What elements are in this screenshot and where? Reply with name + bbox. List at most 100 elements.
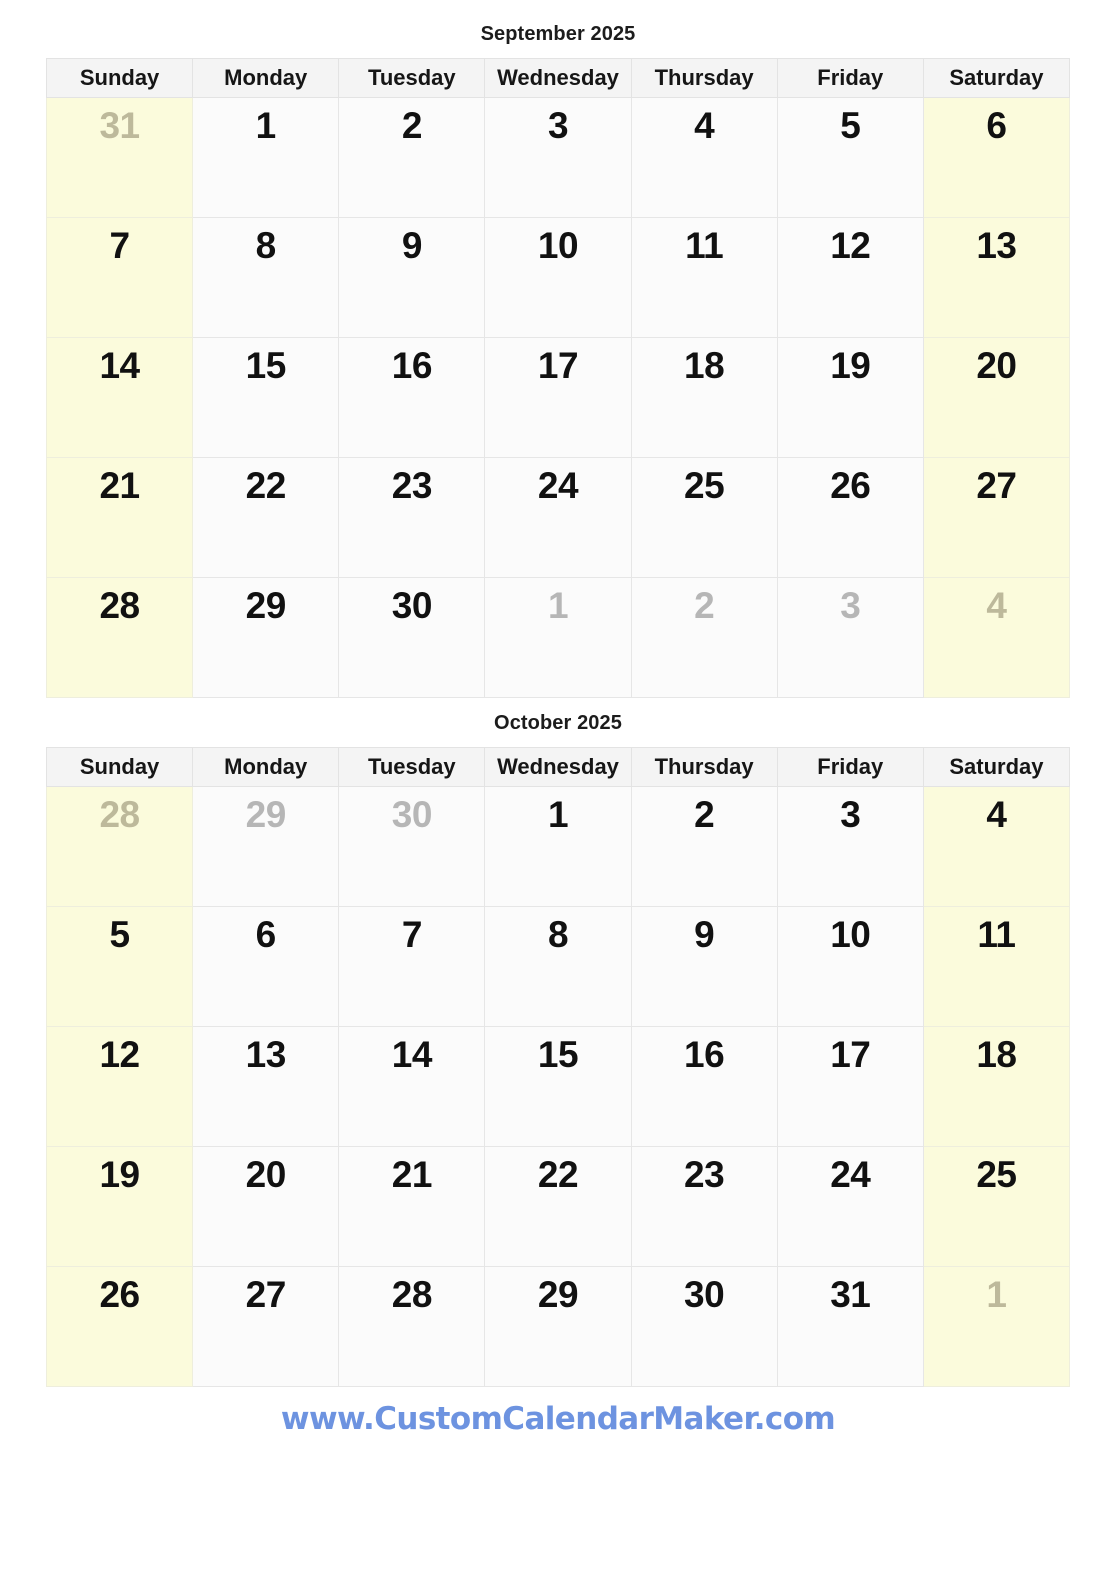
day-cell[interactable]: 30: [338, 786, 486, 907]
day-cell[interactable]: 8: [484, 906, 632, 1027]
day-cell[interactable]: 12: [776, 217, 924, 338]
day-cell[interactable]: 4: [630, 97, 778, 218]
day-cell[interactable]: 6: [192, 906, 340, 1027]
day-cell[interactable]: 19: [45, 1146, 194, 1267]
day-cell[interactable]: 18: [922, 1026, 1071, 1147]
day-cell[interactable]: 24: [776, 1146, 924, 1267]
day-cell[interactable]: 2: [630, 577, 778, 698]
day-cell[interactable]: 4: [922, 577, 1071, 698]
day-cell[interactable]: 15: [484, 1026, 632, 1147]
weekday-header-wednesday: Wednesday: [484, 747, 632, 787]
weekday-header-monday: Monday: [192, 58, 340, 98]
calendar-grid-october: Sunday Monday Tuesday Wednesday Thursday Frid…: [45, 747, 1071, 1387]
day-number: 14: [99, 345, 140, 386]
day-cell[interactable]: 5: [776, 97, 924, 218]
day-number: 10: [537, 225, 579, 266]
day-cell[interactable]: 19: [776, 337, 924, 458]
day-cell[interactable]: 1: [922, 1266, 1071, 1387]
day-cell[interactable]: 9: [338, 217, 486, 338]
day-cell[interactable]: 16: [630, 1026, 778, 1147]
day-cell[interactable]: 30: [630, 1266, 778, 1387]
day-cell[interactable]: 17: [484, 337, 632, 458]
custom-calendar-maker-link[interactable]: www.CustomCalendarMaker.com: [281, 1401, 836, 1437]
day-cell[interactable]: 3: [776, 786, 924, 907]
day-cell[interactable]: 29: [192, 786, 340, 907]
day-cell[interactable]: 25: [922, 1146, 1071, 1267]
day-cell[interactable]: 5: [45, 906, 194, 1027]
day-cell[interactable]: 9: [630, 906, 778, 1027]
day-number: 6: [255, 914, 277, 955]
calendar-week-row: 31 1 2 3 4 5 6: [45, 97, 1071, 218]
day-cell[interactable]: 17: [776, 1026, 924, 1147]
day-cell[interactable]: 13: [922, 217, 1071, 338]
day-cell[interactable]: 11: [630, 217, 778, 338]
day-number: 3: [547, 105, 569, 146]
day-cell[interactable]: 30: [338, 577, 486, 698]
day-cell[interactable]: 28: [338, 1266, 486, 1387]
day-cell[interactable]: 2: [338, 97, 486, 218]
day-cell[interactable]: 22: [192, 457, 340, 578]
weekday-header-tuesday: Tuesday: [338, 747, 486, 787]
day-cell[interactable]: 28: [45, 577, 194, 698]
day-number: 8: [547, 914, 569, 955]
day-cell[interactable]: 15: [192, 337, 340, 458]
calendar-page: September 2025 Sunday Monday Tuesday Wednes…: [0, 0, 1116, 1579]
day-cell[interactable]: 1: [484, 577, 632, 698]
day-cell[interactable]: 18: [630, 337, 778, 458]
day-cell[interactable]: 8: [192, 217, 340, 338]
day-cell[interactable]: 23: [630, 1146, 778, 1267]
day-cell[interactable]: 1: [192, 97, 340, 218]
day-cell[interactable]: 26: [776, 457, 924, 578]
day-cell[interactable]: 16: [338, 337, 486, 458]
day-cell[interactable]: 27: [192, 1266, 340, 1387]
day-cell[interactable]: 24: [484, 457, 632, 578]
day-cell[interactable]: 31: [776, 1266, 924, 1387]
day-number: 19: [830, 345, 871, 386]
day-cell[interactable]: 10: [484, 217, 632, 338]
calendar-week-row: 26 27 28 29 30 31 1: [45, 1266, 1071, 1387]
day-cell[interactable]: 21: [45, 457, 194, 578]
calendar-week-row: 19 20 21 22 23 24 25: [45, 1146, 1071, 1267]
day-number: 4: [986, 585, 1007, 626]
day-cell[interactable]: 25: [630, 457, 778, 578]
day-cell[interactable]: 20: [922, 337, 1071, 458]
weekday-header-wednesday: Wednesday: [484, 58, 632, 98]
weekday-header-monday: Monday: [192, 747, 340, 787]
day-cell[interactable]: 26: [45, 1266, 194, 1387]
day-cell[interactable]: 27: [922, 457, 1071, 578]
day-cell[interactable]: 23: [338, 457, 486, 578]
day-cell[interactable]: 14: [338, 1026, 486, 1147]
day-cell[interactable]: 3: [776, 577, 924, 698]
day-cell[interactable]: 11: [922, 906, 1071, 1027]
day-cell[interactable]: 29: [192, 577, 340, 698]
day-number: 1: [255, 105, 277, 146]
day-number: 2: [401, 105, 423, 146]
day-cell[interactable]: 10: [776, 906, 924, 1027]
day-cell[interactable]: 20: [192, 1146, 340, 1267]
day-cell[interactable]: 6: [922, 97, 1071, 218]
day-cell[interactable]: 4: [922, 786, 1071, 907]
day-cell[interactable]: 29: [484, 1266, 632, 1387]
day-cell[interactable]: 12: [45, 1026, 194, 1147]
day-number: 24: [830, 1154, 871, 1195]
day-cell[interactable]: 31: [45, 97, 194, 218]
day-number: 7: [401, 914, 423, 955]
day-number: 7: [109, 225, 131, 266]
day-cell[interactable]: 13: [192, 1026, 340, 1147]
day-cell[interactable]: 7: [45, 217, 194, 338]
month-block-september: September 2025 Sunday Monday Tuesday Wednes…: [45, 0, 1071, 698]
day-number: 20: [976, 345, 1017, 386]
day-cell[interactable]: 2: [630, 786, 778, 907]
day-number: 25: [684, 465, 725, 506]
day-cell[interactable]: 22: [484, 1146, 632, 1267]
day-cell[interactable]: 1: [484, 786, 632, 907]
day-cell[interactable]: 28: [45, 786, 194, 907]
day-number: 22: [537, 1154, 579, 1195]
day-number: 4: [694, 105, 715, 146]
day-cell[interactable]: 21: [338, 1146, 486, 1267]
day-cell[interactable]: 3: [484, 97, 632, 218]
calendar-week-row: 28 29 30 1 2 3 4: [45, 786, 1071, 907]
day-cell[interactable]: 14: [45, 337, 194, 458]
weekday-header-thursday: Thursday: [630, 58, 778, 98]
day-cell[interactable]: 7: [338, 906, 486, 1027]
